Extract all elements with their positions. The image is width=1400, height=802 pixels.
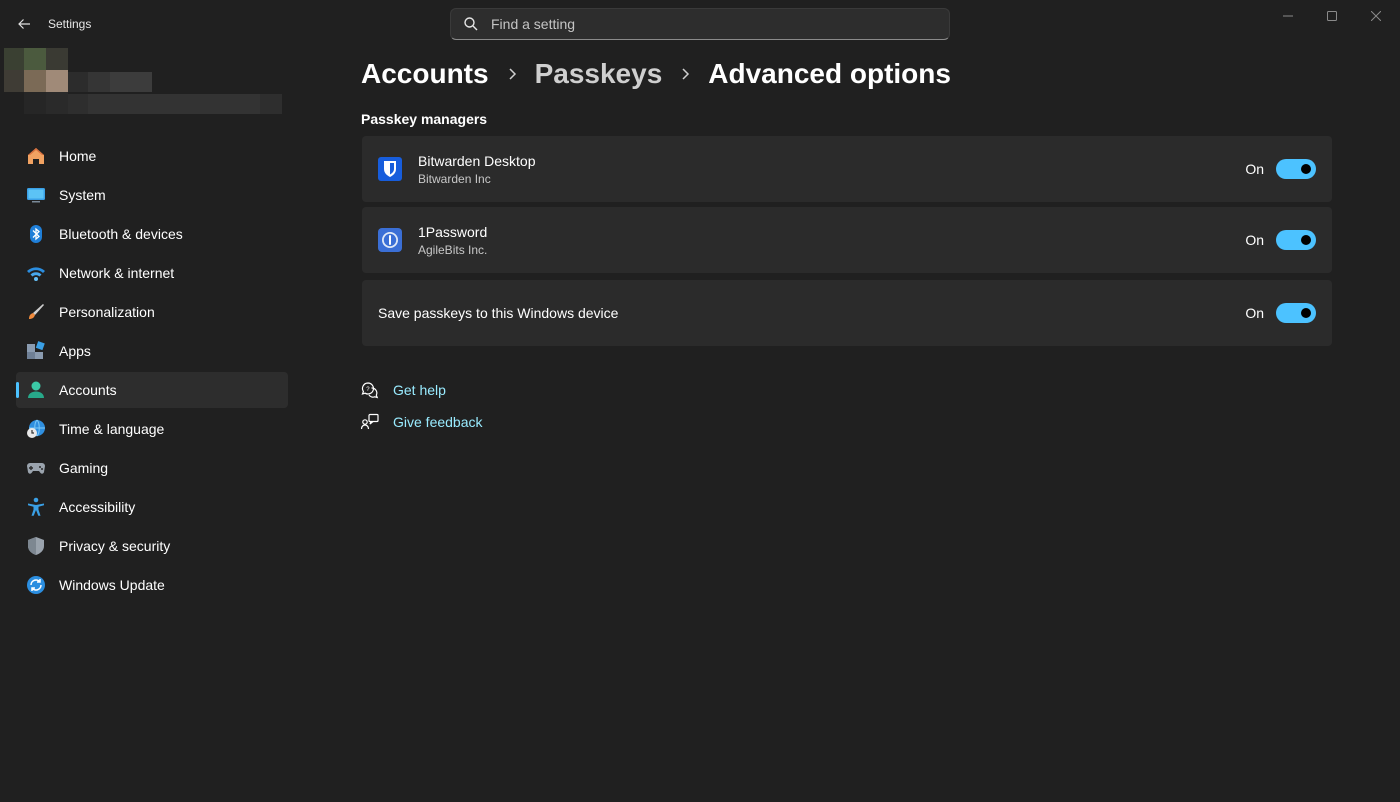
- sidebar-item-label: Time & language: [59, 421, 165, 437]
- bluetooth-icon: [26, 224, 46, 244]
- help-chat-icon: ?: [361, 382, 379, 399]
- sidebar-item-home[interactable]: Home: [16, 138, 288, 174]
- page-title: Advanced options: [708, 58, 951, 89]
- wifi-icon: [26, 263, 46, 283]
- shield-icon: [26, 536, 46, 556]
- globe-clock-icon: [26, 419, 46, 439]
- bitwarden-toggle[interactable]: [1276, 159, 1316, 179]
- sidebar-item-network[interactable]: Network & internet: [16, 255, 288, 291]
- search-icon: [464, 17, 478, 31]
- sidebar-item-apps[interactable]: Apps: [16, 333, 288, 369]
- get-help-label[interactable]: Get help: [393, 382, 446, 398]
- sidebar-item-windows-update[interactable]: Windows Update: [16, 567, 288, 603]
- section-title: Passkey managers: [361, 111, 488, 127]
- chevron-right-icon: [680, 68, 690, 80]
- give-feedback-link[interactable]: Give feedback: [361, 410, 483, 434]
- sidebar-item-accessibility[interactable]: Accessibility: [16, 489, 288, 525]
- save-passkeys-setting: Save passkeys to this Windows device On: [362, 280, 1332, 346]
- sidebar-item-label: Accessibility: [59, 499, 136, 515]
- breadcrumb-accounts[interactable]: Accounts: [361, 58, 489, 90]
- search-box[interactable]: [450, 8, 950, 40]
- sidebar-item-label: Home: [59, 148, 97, 164]
- sidebar-item-label: Windows Update: [59, 577, 165, 593]
- sidebar-item-gaming[interactable]: Gaming: [16, 450, 288, 486]
- title-bar: Settings: [0, 0, 1400, 48]
- get-help-link[interactable]: ? Get help: [361, 378, 483, 402]
- search-input[interactable]: [491, 16, 931, 32]
- app-name: Bitwarden Desktop: [418, 152, 536, 169]
- maximize-icon[interactable]: [1310, 4, 1354, 28]
- setting-label: Save passkeys to this Windows device: [378, 305, 619, 321]
- sidebar-item-system[interactable]: System: [16, 177, 288, 213]
- onepassword-icon: [378, 228, 402, 252]
- gamepad-icon: [26, 458, 46, 478]
- onepassword-toggle[interactable]: [1276, 230, 1316, 250]
- svg-text:?: ?: [366, 387, 370, 393]
- sidebar-item-time-language[interactable]: Time & language: [16, 411, 288, 447]
- home-icon: [26, 146, 46, 166]
- accounts-icon: [26, 380, 46, 400]
- sidebar-item-personalization[interactable]: Personalization: [16, 294, 288, 330]
- sidebar-item-label: Gaming: [59, 460, 109, 476]
- user-profile-blurred[interactable]: [4, 44, 284, 116]
- sidebar-item-label: System: [59, 187, 106, 203]
- feedback-icon: [361, 413, 379, 430]
- sidebar-item-label: Apps: [59, 343, 91, 359]
- sidebar-item-bluetooth[interactable]: Bluetooth & devices: [16, 216, 288, 252]
- sidebar-item-label: Personalization: [59, 304, 155, 320]
- toggle-state-label: On: [1245, 305, 1264, 321]
- sidebar-item-privacy-security[interactable]: Privacy & security: [16, 528, 288, 564]
- breadcrumb: Accounts Passkeys Advanced options: [361, 56, 951, 92]
- breadcrumb-passkeys[interactable]: Passkeys: [535, 58, 663, 90]
- chevron-right-icon: [507, 68, 517, 80]
- app-publisher: Bitwarden Inc: [418, 171, 491, 186]
- sidebar-item-accounts[interactable]: Accounts: [16, 372, 288, 408]
- system-icon: [26, 185, 46, 205]
- toggle-state-label: On: [1245, 161, 1264, 177]
- update-icon: [26, 575, 46, 595]
- app-name: 1Password: [418, 223, 488, 240]
- accessibility-icon: [26, 497, 46, 517]
- apps-icon: [26, 341, 46, 361]
- give-feedback-label[interactable]: Give feedback: [393, 414, 483, 430]
- bitwarden-icon: [378, 157, 402, 181]
- sidebar-item-label: Network & internet: [59, 265, 175, 281]
- sidebar-item-label: Privacy & security: [59, 538, 171, 554]
- help-links: ? Get help Give feedback: [361, 378, 483, 442]
- close-icon[interactable]: [1354, 4, 1398, 28]
- save-passkeys-toggle[interactable]: [1276, 303, 1316, 323]
- back-arrow-icon[interactable]: [12, 12, 36, 36]
- app-publisher: AgileBits Inc.: [418, 242, 488, 257]
- sidebar-item-label: Accounts: [59, 382, 117, 398]
- app-title: Settings: [48, 17, 92, 31]
- passkey-manager-1password: 1Password AgileBits Inc. On: [362, 207, 1332, 273]
- toggle-state-label: On: [1245, 232, 1264, 248]
- minimize-icon[interactable]: [1266, 4, 1310, 28]
- sidebar-nav: Home System Bluetooth & devices Network …: [16, 138, 288, 606]
- passkey-manager-bitwarden: Bitwarden Desktop Bitwarden Inc On: [362, 136, 1332, 202]
- brush-icon: [26, 302, 46, 322]
- sidebar-item-label: Bluetooth & devices: [59, 226, 183, 242]
